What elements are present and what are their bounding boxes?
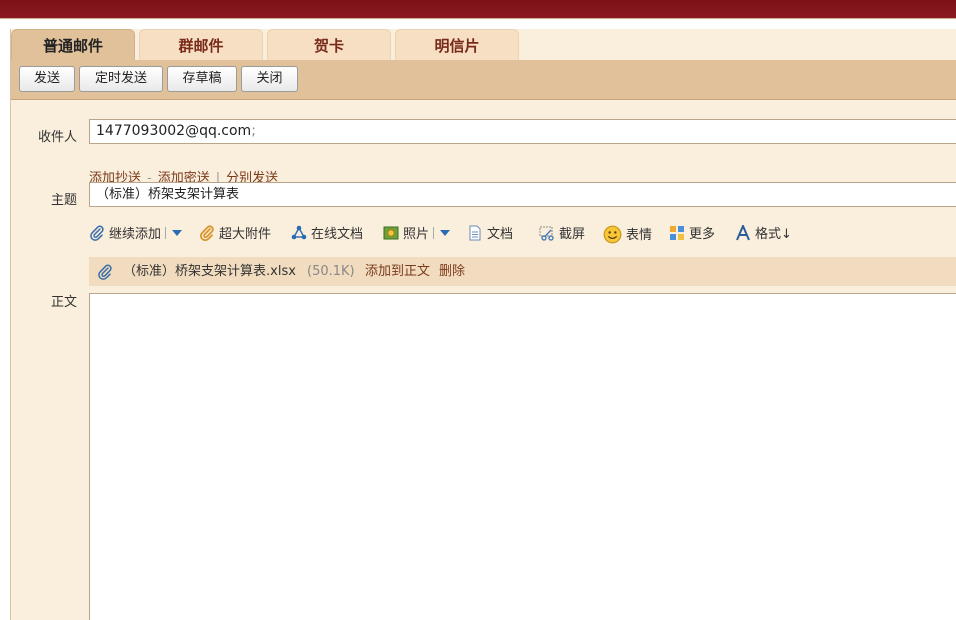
- screenshot-button[interactable]: 截屏: [539, 225, 585, 245]
- attachment-item: （标准）桥架支架计算表.xlsx (50.1K) 添加到正文 删除: [89, 257, 956, 286]
- photo-label: 照片: [403, 227, 430, 242]
- photo-icon: [383, 226, 399, 240]
- body-editor[interactable]: [89, 293, 956, 620]
- compose-frame: 普通邮件 群邮件 贺卡 明信片 发送 定时发送 存草稿 关闭 收件人 14770…: [0, 18, 956, 620]
- online-doc-button[interactable]: 在线文档: [291, 225, 363, 245]
- large-attachment-button[interactable]: 超大附件: [199, 225, 271, 245]
- large-attachment-label: 超大附件: [219, 227, 272, 242]
- tab-normal-mail[interactable]: 普通邮件: [11, 29, 135, 60]
- emoji-button[interactable]: 表情: [603, 225, 652, 245]
- tab-greeting-card[interactable]: 贺卡: [267, 29, 391, 60]
- add-to-body-link[interactable]: 添加到正文: [365, 257, 430, 286]
- document-button[interactable]: 文档: [467, 225, 513, 245]
- document-icon: [469, 225, 481, 241]
- schedule-send-button[interactable]: 定时发送: [79, 66, 163, 92]
- attachment-filename: （标准）桥架支架计算表.xlsx: [123, 264, 296, 279]
- tab-postcard[interactable]: 明信片: [395, 29, 519, 60]
- photo-button[interactable]: 照片: [383, 225, 451, 245]
- compose-panel: 普通邮件 群邮件 贺卡 明信片 发送 定时发送 存草稿 关闭 收件人 14770…: [10, 29, 956, 620]
- emoji-label: 表情: [626, 228, 653, 243]
- body-label: 正文: [50, 295, 77, 310]
- large-paperclip-icon: [200, 225, 214, 241]
- chevron-down-icon[interactable]: [172, 230, 183, 236]
- compose-toolbar: 发送 定时发送 存草稿 关闭: [11, 60, 956, 100]
- paperclip-icon: [98, 264, 112, 280]
- divider: [433, 227, 435, 239]
- font-format-icon: [736, 225, 750, 241]
- save-draft-button[interactable]: 存草稿: [167, 66, 237, 92]
- screenshot-label: 截屏: [559, 227, 586, 242]
- grid-icon: [670, 226, 684, 240]
- attachment-size: (50.1K): [307, 264, 355, 279]
- smiley-icon: [603, 225, 622, 244]
- share-nodes-icon: [291, 225, 307, 240]
- to-label: 收件人: [37, 130, 77, 145]
- divider: [165, 227, 167, 239]
- send-button[interactable]: 发送: [19, 66, 75, 92]
- online-doc-label: 在线文档: [311, 227, 364, 242]
- more-label: 更多: [689, 227, 716, 242]
- continue-add-label: 继续添加: [109, 227, 162, 242]
- chevron-down-icon[interactable]: [440, 230, 451, 236]
- compose-tabs: 普通邮件 群邮件 贺卡 明信片: [11, 29, 956, 60]
- to-value: 1477093002@qq.com: [96, 123, 252, 139]
- close-button[interactable]: 关闭: [241, 66, 298, 92]
- scissors-icon: [539, 226, 554, 241]
- subject-label: 主题: [50, 193, 77, 208]
- window-top-band: [0, 0, 956, 18]
- to-field[interactable]: 1477093002@qq.com;: [89, 119, 956, 144]
- format-label: 格式↓: [755, 227, 792, 242]
- delete-attachment-link[interactable]: 删除: [439, 257, 465, 286]
- document-label: 文档: [487, 227, 514, 242]
- format-button[interactable]: 格式↓: [735, 225, 792, 245]
- more-button[interactable]: 更多: [669, 225, 715, 245]
- subject-field[interactable]: （标准）桥架支架计算表: [89, 182, 956, 207]
- tab-group-mail[interactable]: 群邮件: [139, 29, 263, 60]
- continue-add-button[interactable]: 继续添加: [89, 225, 183, 245]
- to-separator: ;: [251, 123, 256, 139]
- paperclip-icon: [90, 225, 104, 241]
